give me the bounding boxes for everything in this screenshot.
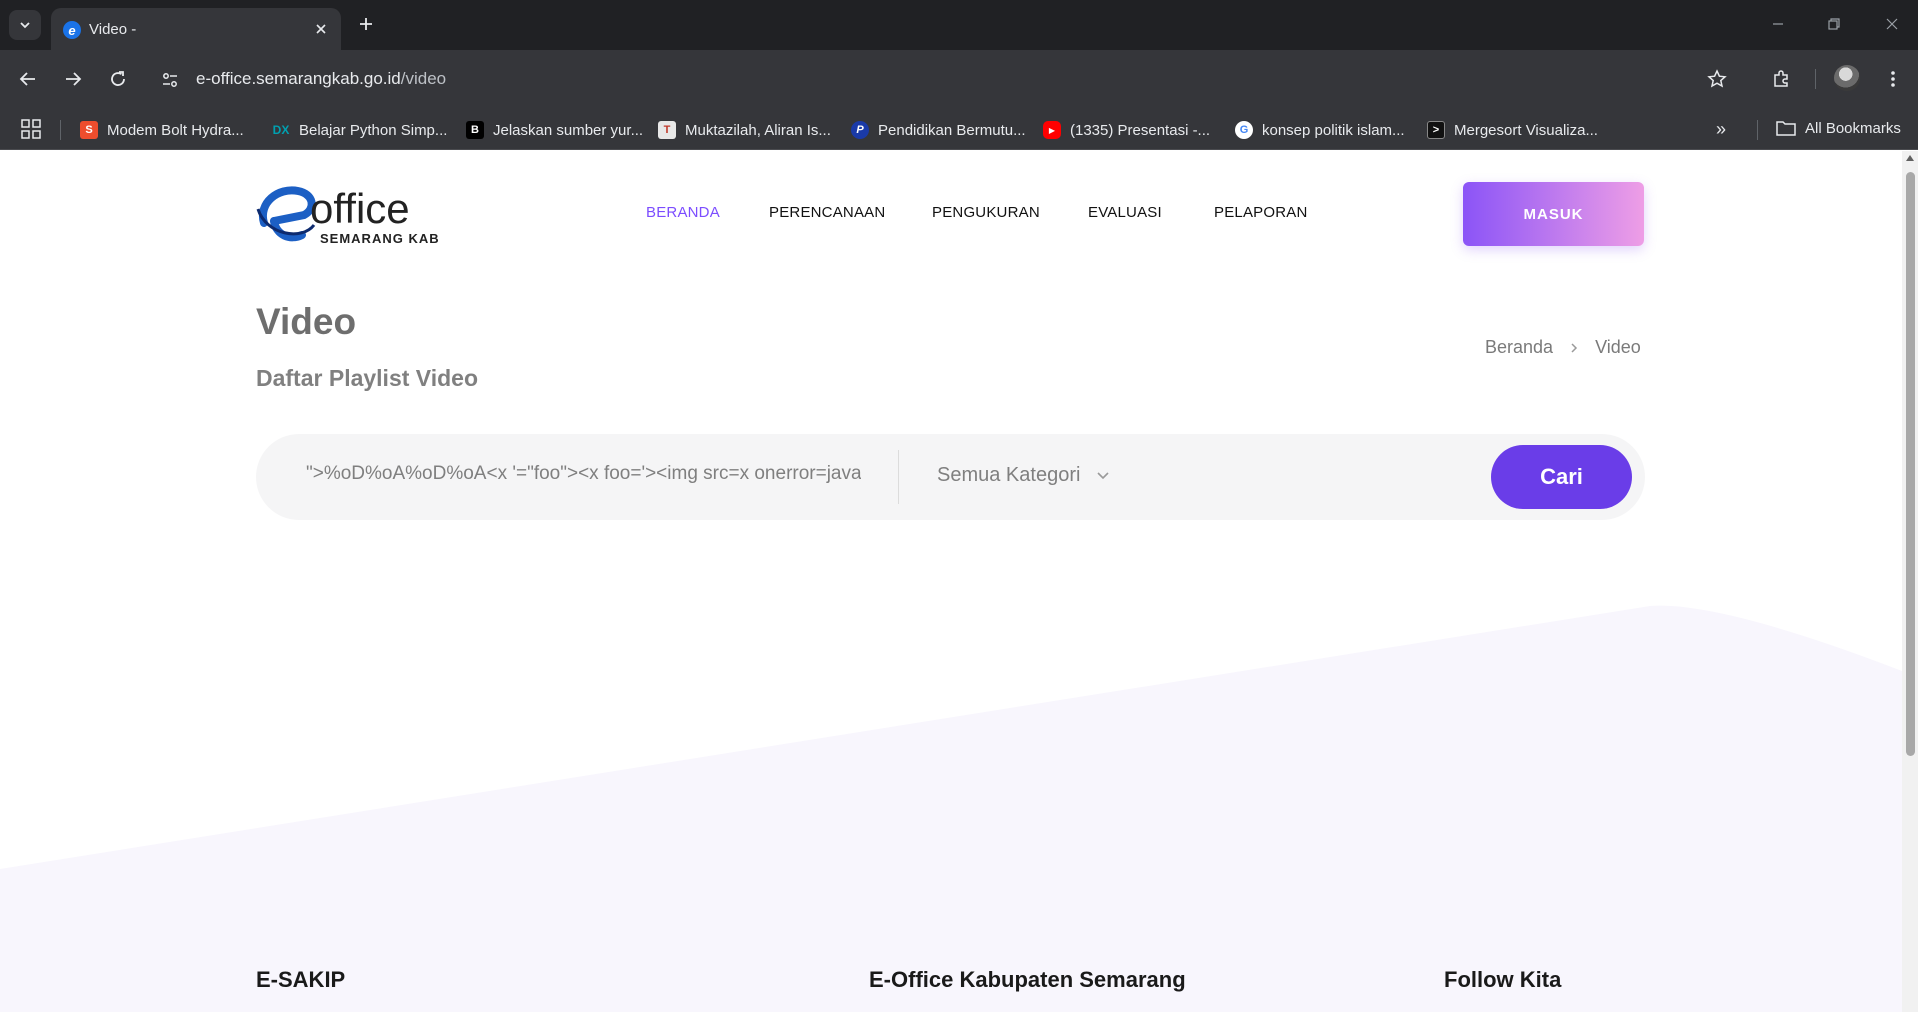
page-subtitle: Daftar Playlist Video xyxy=(256,365,478,391)
breadcrumb-current: Video xyxy=(1595,337,1641,357)
double-chevron-right-icon: » xyxy=(1716,119,1727,139)
all-bookmarks-label: All Bookmarks xyxy=(1805,119,1901,137)
bookmark-item[interactable]: > Mergesort Visualiza... xyxy=(1427,119,1598,141)
p-icon: P xyxy=(851,121,869,139)
category-select[interactable]: Semua Kategori xyxy=(937,464,1110,487)
dx-icon: DX xyxy=(272,123,290,137)
search-divider xyxy=(898,450,899,504)
toolbar-divider xyxy=(1815,69,1816,89)
url-domain: e-office.semarangkab.go.id xyxy=(196,69,401,88)
folder-icon xyxy=(1776,121,1796,136)
background-shape xyxy=(0,605,1902,1012)
google-icon: G xyxy=(1235,121,1253,139)
nav-pengukuran[interactable]: PENGUKURAN xyxy=(932,204,1040,221)
forward-button[interactable] xyxy=(58,64,88,94)
bookmark-label: Jelaskan sumber yur... xyxy=(493,121,644,139)
bookmark-item[interactable]: S Modem Bolt Hydra... xyxy=(80,119,244,141)
tab-search-button[interactable] xyxy=(9,10,41,40)
chevron-down-icon xyxy=(20,22,30,29)
restore-icon xyxy=(1828,18,1840,30)
address-bar[interactable]: e-office.semarangkab.go.id/video xyxy=(196,69,446,89)
restore-button[interactable] xyxy=(1820,12,1848,36)
footer-heading-esakip: E-SAKIP xyxy=(256,967,346,992)
bookmarks-divider xyxy=(60,120,61,140)
eoffice-favicon-icon: e xyxy=(63,21,81,39)
bookmark-item[interactable]: P Pendidikan Bermutu... xyxy=(851,119,1026,141)
bookmark-item[interactable]: DX Belajar Python Simp... xyxy=(272,119,448,141)
plus-icon xyxy=(360,18,372,30)
bookmark-item[interactable]: G konsep politik islam... xyxy=(1235,119,1405,141)
close-tab-button[interactable] xyxy=(311,19,331,39)
chevron-right-icon xyxy=(1571,342,1578,353)
site-info-button[interactable] xyxy=(158,68,182,92)
tab-strip: e Video - xyxy=(0,0,1918,50)
extensions-button[interactable] xyxy=(1767,64,1797,94)
footer-heading-eoffice: E-Office Kabupaten Semarang xyxy=(869,967,1186,992)
category-select-value: Semua Kategori xyxy=(937,464,1081,486)
nav-perencanaan[interactable]: PERENCANAAN xyxy=(769,204,885,221)
close-icon xyxy=(1886,18,1898,30)
page-title: Video xyxy=(256,301,357,342)
nav-pelaporan[interactable]: PELAPORAN xyxy=(1214,204,1308,221)
bookmark-label: Muktazilah, Aliran Is... xyxy=(685,121,831,139)
bookmark-label: (1335) Presentasi -... xyxy=(1070,121,1211,139)
footer-heading-follow: Follow Kita xyxy=(1444,967,1562,992)
b-icon: B xyxy=(466,121,484,139)
bookmark-label: Pendidikan Bermutu... xyxy=(878,121,1026,139)
eoffice-logo: office SEMARANG KAB xyxy=(256,185,440,246)
search-bar: ">%oD%oA%oD%oA<x '="foo"><x foo='><img s… xyxy=(256,434,1645,520)
logo-wordmark: office xyxy=(310,185,410,232)
bookmarks-bar: S Modem Bolt Hydra... DX Belajar Python … xyxy=(0,108,1918,150)
nav-evaluasi[interactable]: EVALUASI xyxy=(1088,204,1162,221)
minimize-icon xyxy=(1773,23,1783,25)
back-button[interactable] xyxy=(13,64,43,94)
t-icon: T xyxy=(658,121,676,139)
tab-title: Video - xyxy=(89,21,137,38)
arrow-left-icon xyxy=(19,72,35,86)
page-viewport: office SEMARANG KAB BERANDA PERENCANAAN … xyxy=(0,151,1902,1012)
active-tab[interactable]: e Video - xyxy=(51,8,341,50)
scrollbar-thumb[interactable] xyxy=(1906,172,1915,756)
bookmarks-divider xyxy=(1757,120,1758,140)
close-icon xyxy=(316,24,326,34)
url-path: /video xyxy=(400,69,447,88)
puzzle-icon xyxy=(1774,70,1788,87)
bookmark-label: Mergesort Visualiza... xyxy=(1454,121,1598,139)
bookmark-item[interactable]: B Jelaskan sumber yur... xyxy=(466,119,643,141)
youtube-icon: ▶ xyxy=(1043,121,1061,139)
bookmark-label: Belajar Python Simp... xyxy=(299,121,448,139)
new-tab-button[interactable] xyxy=(354,12,378,36)
bookmark-star-button[interactable] xyxy=(1702,64,1732,94)
arrow-right-icon xyxy=(66,72,82,86)
breadcrumb-home-link[interactable]: Beranda xyxy=(1485,337,1553,358)
search-input[interactable]: ">%oD%oA%oD%oA<x '="foo"><x foo='><img s… xyxy=(306,463,861,485)
terminal-icon: > xyxy=(1427,121,1445,139)
more-bookmarks-button[interactable]: » xyxy=(1716,119,1726,140)
search-button[interactable]: Cari xyxy=(1491,445,1632,509)
reload-button[interactable] xyxy=(103,64,133,94)
apps-grid-icon[interactable] xyxy=(20,118,42,140)
logo-subtitle: SEMARANG KAB xyxy=(320,231,440,246)
chevron-down-icon xyxy=(1097,471,1109,479)
star-icon xyxy=(1707,69,1727,88)
reload-icon xyxy=(111,71,125,86)
scroll-up-arrow-icon[interactable] xyxy=(1906,155,1914,161)
nav-beranda[interactable]: BERANDA xyxy=(646,204,720,221)
breadcrumb: Beranda Video xyxy=(1485,337,1641,358)
minimize-button[interactable] xyxy=(1764,12,1792,36)
bookmark-label: Modem Bolt Hydra... xyxy=(107,121,244,139)
profile-avatar[interactable] xyxy=(1834,65,1860,91)
all-bookmarks-button[interactable]: All Bookmarks xyxy=(1776,119,1901,137)
bookmark-item[interactable]: ▶ (1335) Presentasi -... xyxy=(1043,119,1210,141)
more-vertical-icon xyxy=(1891,71,1895,87)
login-button[interactable]: MASUK xyxy=(1463,182,1644,246)
browser-toolbar: e-office.semarangkab.go.id/video xyxy=(0,50,1918,108)
bookmark-item[interactable]: T Muktazilah, Aliran Is... xyxy=(658,119,831,141)
tune-icon xyxy=(163,73,177,87)
close-window-button[interactable] xyxy=(1878,12,1906,36)
browser-menu-button[interactable] xyxy=(1878,64,1908,94)
bookmark-label: konsep politik islam... xyxy=(1262,121,1405,139)
shopee-icon: S xyxy=(80,121,98,139)
